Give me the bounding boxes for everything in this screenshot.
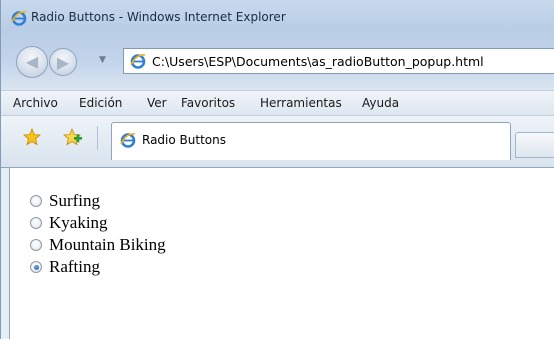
radio-button[interactable] [30, 195, 42, 207]
tab-label: Radio Buttons [142, 133, 226, 147]
window-title: Radio Buttons - Windows Internet Explore… [31, 10, 286, 24]
menu-bar: Archivo Edición Ver Favoritos Herramient… [1, 90, 554, 116]
address-url[interactable]: C:\Users\ESP\Documents\as_radioButton_po… [152, 54, 484, 69]
radio-button-selected[interactable] [30, 261, 42, 273]
back-button[interactable]: ◀ [16, 46, 48, 78]
page-content: Surfing Kyaking Mountain Biking Rafting [9, 168, 554, 339]
toolbar-separator [97, 126, 98, 150]
radio-label[interactable]: Surfing [49, 191, 100, 211]
history-dropdown-icon[interactable]: ▼ [99, 55, 106, 65]
forward-arrow-icon: ▶ [56, 53, 70, 72]
forward-button[interactable]: ▶ [49, 48, 77, 76]
navigation-bar: ◀ ▶ ▼ C:\Users\ESP\Documents\as_radioBut… [1, 44, 554, 80]
new-tab-button[interactable] [515, 132, 554, 158]
address-bar[interactable]: C:\Users\ESP\Documents\as_radioButton_po… [123, 48, 554, 74]
title-bar: Radio Buttons - Windows Internet Explore… [1, 0, 554, 34]
back-arrow-icon: ◀ [25, 52, 39, 71]
radio-label[interactable]: Kyaking [49, 213, 108, 233]
menu-item-edicion[interactable]: Edición [79, 96, 122, 110]
favorites-star-icon[interactable] [23, 128, 41, 146]
ie-logo-icon [120, 133, 136, 148]
menu-item-ayuda[interactable]: Ayuda [362, 96, 399, 110]
menu-item-ver[interactable]: Ver [147, 96, 167, 110]
radio-button[interactable] [30, 217, 42, 229]
ie-logo-icon [130, 54, 146, 69]
tab-bar: Radio Buttons [1, 116, 554, 168]
radio-label[interactable]: Mountain Biking [49, 235, 166, 255]
menu-item-archivo[interactable]: Archivo [13, 96, 58, 110]
tab-radio-buttons[interactable]: Radio Buttons [111, 122, 511, 160]
ie-logo-icon [11, 11, 27, 26]
add-favorite-icon[interactable] [63, 128, 83, 146]
radio-label[interactable]: Rafting [49, 257, 100, 277]
browser-window: Radio Buttons - Windows Internet Explore… [0, 0, 554, 339]
menu-item-herramientas[interactable]: Herramientas [260, 96, 342, 110]
menu-item-favoritos[interactable]: Favoritos [181, 96, 235, 110]
radio-button[interactable] [30, 239, 42, 251]
